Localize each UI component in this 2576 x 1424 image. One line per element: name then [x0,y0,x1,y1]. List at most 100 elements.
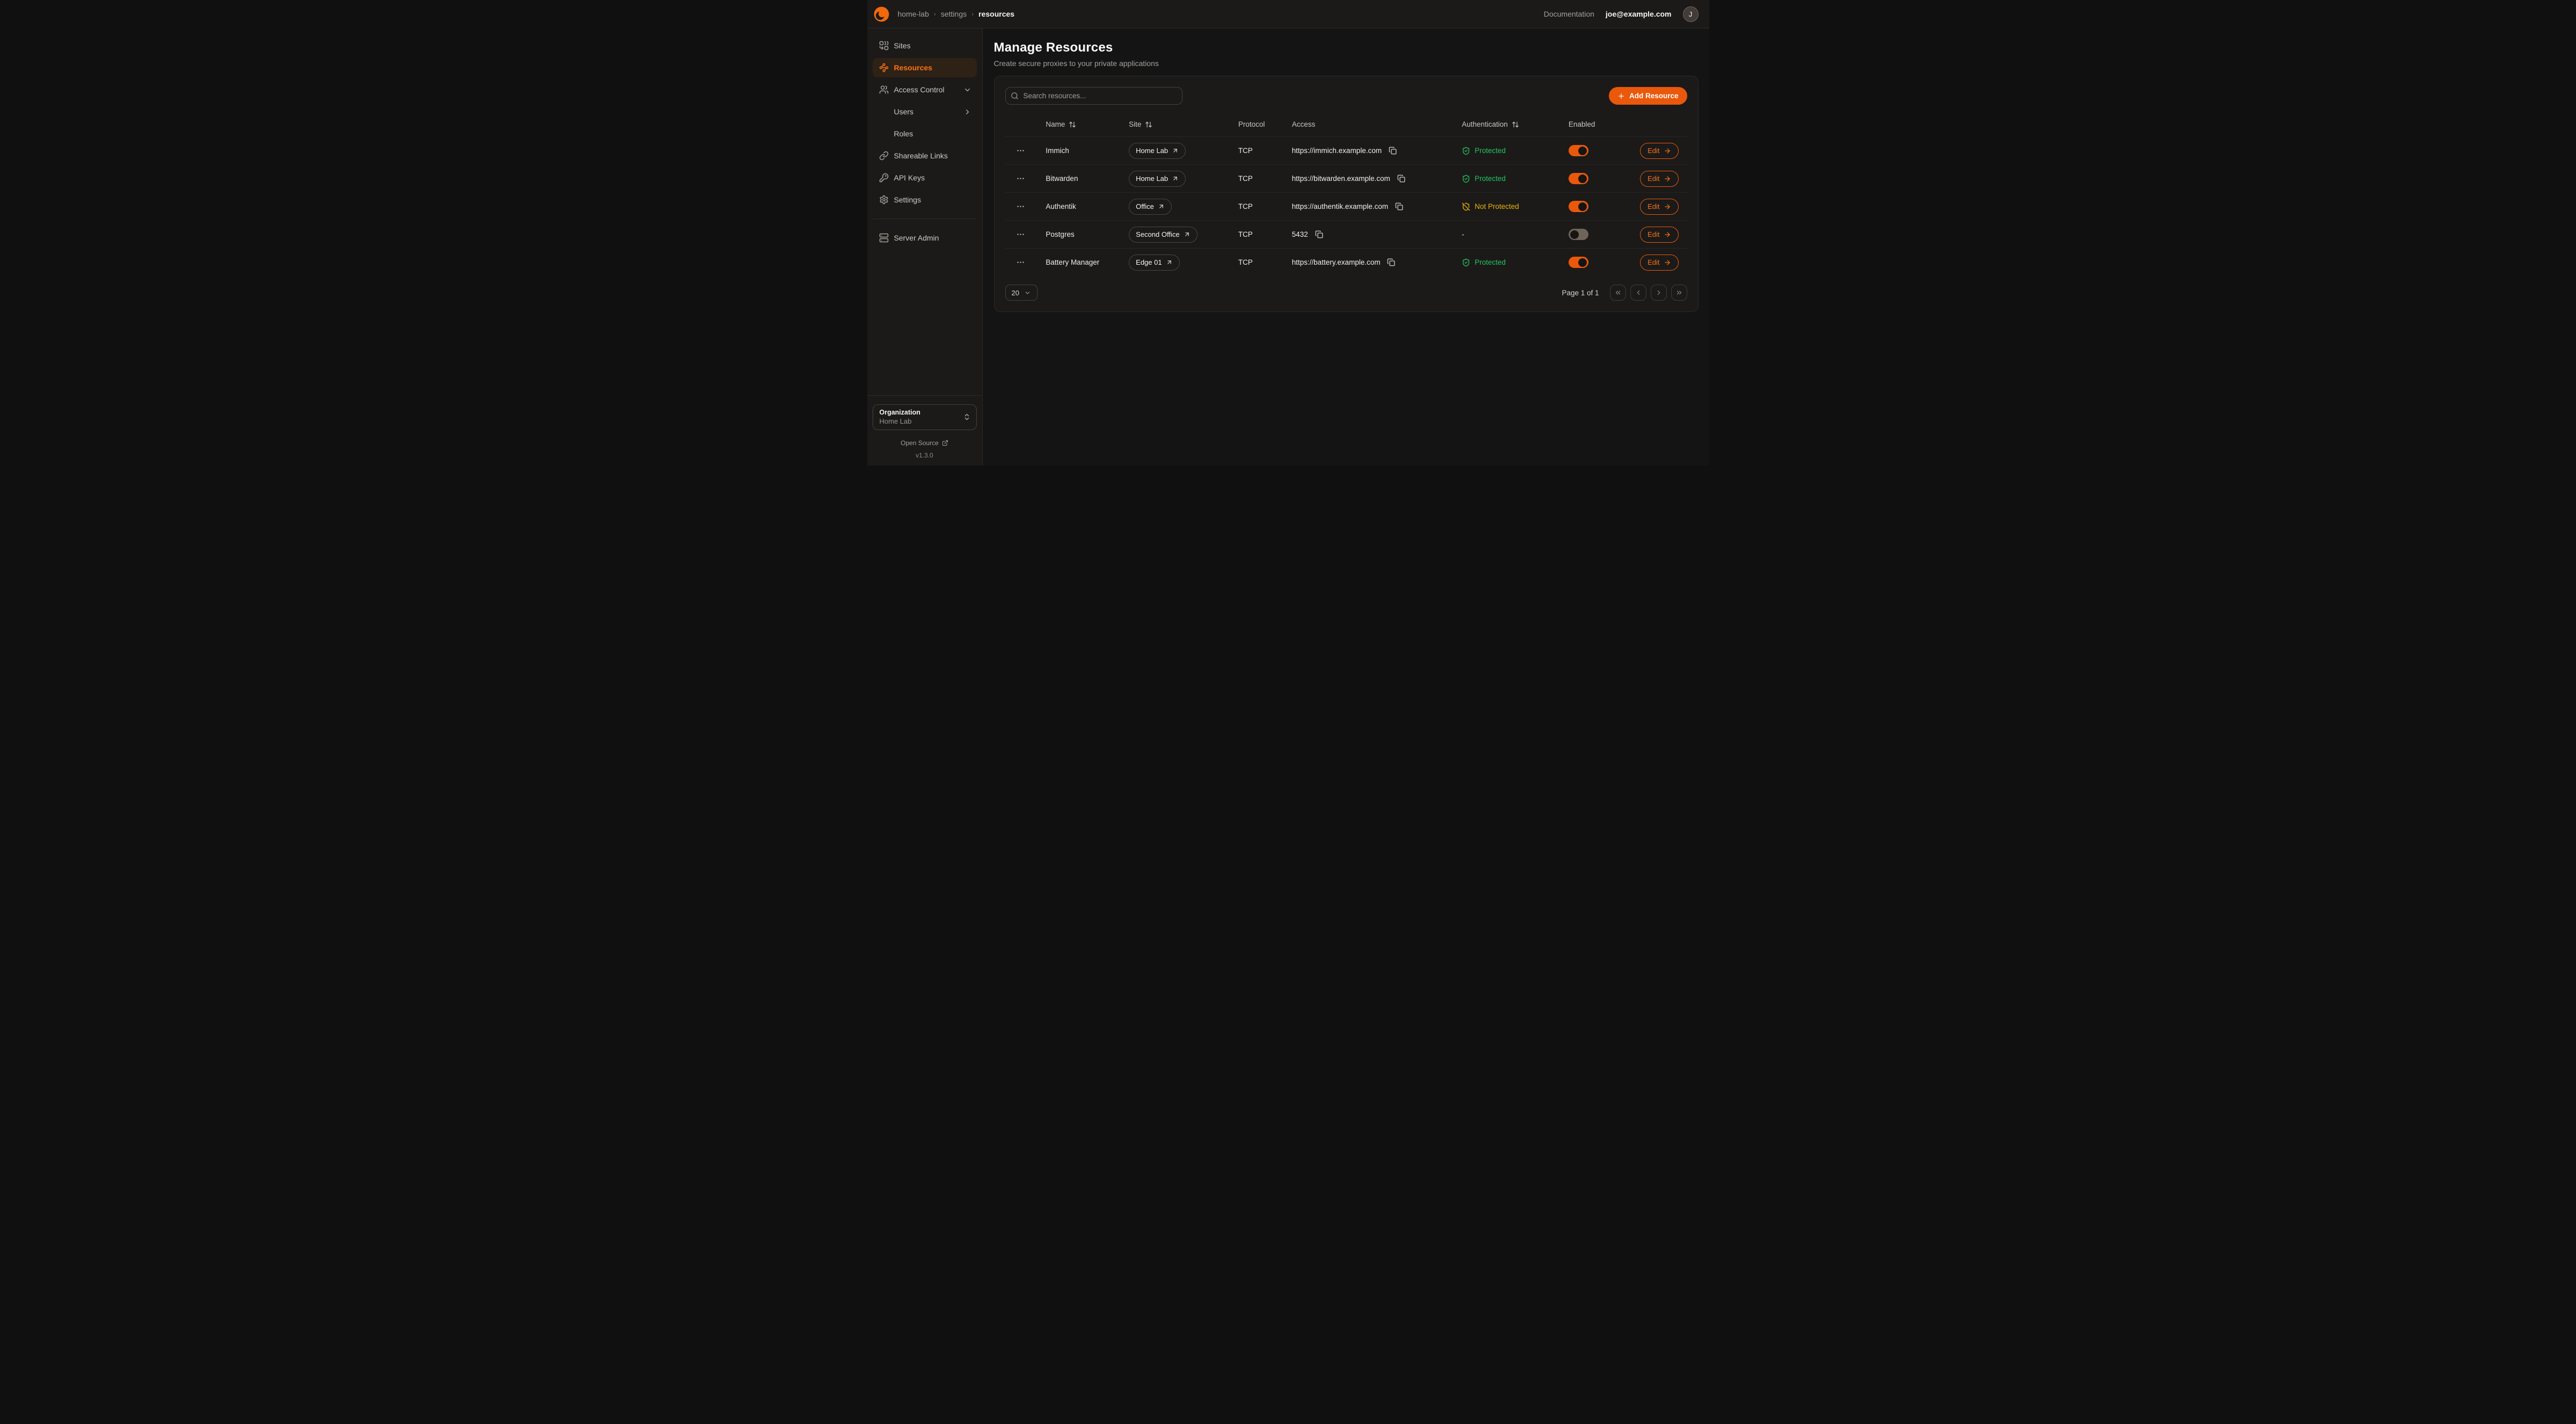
external-link-icon [942,440,948,446]
resources-card: Add Resource Name Site [994,76,1699,312]
enabled-toggle[interactable] [1569,257,1588,268]
organization-selector[interactable]: Organization Home Lab [873,404,977,430]
site-link-button[interactable]: Edge 01 [1129,255,1179,271]
sort-icon [1145,121,1152,128]
copy-icon[interactable] [1388,146,1398,156]
sort-icon [1512,121,1519,128]
sidebar-item-server-admin[interactable]: Server Admin [873,228,977,248]
breadcrumb-org[interactable]: home-lab [898,10,929,18]
site-link-button[interactable]: Second Office [1129,227,1197,243]
sidebar-item-shareable-links[interactable]: Shareable Links [873,146,977,165]
row-actions-button[interactable] [1014,256,1027,269]
arrow-right-icon [1664,231,1671,238]
table-row: BitwardenHome LabTCPhttps://bitwarden.ex… [1005,164,1687,192]
table-body: Immich Home Lab TCP https://immich.example.… [1005,136,1687,276]
row-actions-button[interactable] [1014,144,1027,157]
auth-protected-badge: Protected [1462,147,1506,155]
resource-access-value: https://authentik.example.com [1292,202,1388,210]
sidebar-item-api-keys[interactable]: API Keys [873,168,977,187]
last-page-button[interactable] [1671,285,1687,301]
search-input[interactable] [1005,87,1182,105]
enabled-toggle[interactable] [1569,229,1588,240]
first-page-button[interactable] [1610,285,1626,301]
site-link-button[interactable]: Home Lab [1129,171,1186,187]
sidebar-item-label: Settings [894,195,921,204]
row-actions-button[interactable] [1014,228,1027,241]
add-resource-button[interactable]: Add Resource [1609,87,1687,105]
open-source-link[interactable]: Open Source [873,439,977,447]
shield-off-icon [1462,202,1470,211]
row-actions-button[interactable] [1014,172,1027,185]
column-header-site[interactable]: Site [1120,120,1230,128]
documentation-link[interactable]: Documentation [1544,10,1594,18]
page-size-select[interactable]: 20 [1005,285,1037,301]
copy-icon[interactable] [1314,229,1324,239]
resource-name: Bitwarden [1037,175,1120,183]
arrow-up-right-icon [1172,147,1179,154]
user-email[interactable]: joe@example.com [1606,10,1672,18]
sidebar-item-sites[interactable]: Sites [873,36,977,55]
resource-protocol: TCP [1230,175,1283,183]
chevrons-right-icon [1675,289,1683,296]
avatar[interactable]: J [1683,6,1699,22]
sidebar-item-access-control[interactable]: Access Control [873,80,977,99]
shield-check-icon [1462,258,1470,267]
table-header-row: Name Site Protocol Access [1005,112,1687,136]
arrow-right-icon [1664,175,1671,183]
edit-button[interactable]: Edit [1640,199,1678,215]
column-header-enabled: Enabled [1560,120,1639,128]
resources-icon [879,63,889,72]
enabled-toggle[interactable] [1569,145,1588,156]
site-link-button[interactable]: Home Lab [1129,143,1186,159]
chevrons-left-icon [1614,289,1622,296]
copy-icon[interactable] [1386,257,1396,267]
resource-protocol: TCP [1230,258,1283,266]
breadcrumb: home-lab › settings › resources [898,10,1015,18]
sidebar-item-resources[interactable]: Resources [873,58,977,77]
link-icon [879,151,889,161]
sidebar-item-label: Server Admin [894,234,939,242]
resource-access-value: https://immich.example.com [1292,147,1382,155]
resource-name: Immich [1037,147,1120,155]
sidebar-item-label: Roles [894,129,913,138]
sidebar-item-label: API Keys [894,173,925,182]
table-row: AuthentikOfficeTCPhttps://authentik.exam… [1005,192,1687,220]
resources-table: Name Site Protocol Access [1005,112,1687,276]
page-indicator: Page 1 of 1 [1562,289,1599,297]
sidebar-item-settings[interactable]: Settings [873,190,977,209]
enabled-toggle[interactable] [1569,201,1588,212]
copy-icon[interactable] [1396,173,1406,184]
column-header-authentication[interactable]: Authentication [1453,120,1560,128]
sidebar-item-label: Shareable Links [894,151,948,160]
resource-name: Authentik [1037,202,1120,210]
sidebar-item-users[interactable]: Users [873,102,977,121]
edit-button[interactable]: Edit [1640,227,1678,243]
edit-button[interactable]: Edit [1640,171,1678,187]
resource-protocol: TCP [1230,147,1283,155]
next-page-button[interactable] [1651,285,1667,301]
edit-button[interactable]: Edit [1640,255,1678,271]
resource-name: Battery Manager [1037,258,1120,266]
arrow-up-right-icon [1158,203,1165,210]
chevron-down-icon [963,86,971,94]
pangolin-logo-icon[interactable] [873,5,890,23]
column-header-access: Access [1283,120,1453,128]
plus-icon [1617,92,1625,100]
column-header-name[interactable]: Name [1037,120,1120,128]
site-link-button[interactable]: Office [1129,199,1172,215]
row-actions-button[interactable] [1014,200,1027,213]
edit-button[interactable]: Edit [1640,143,1678,159]
organization-value: Home Lab [880,417,920,425]
sidebar-item-roles[interactable]: Roles [873,124,977,143]
chevron-right-icon [1655,289,1663,296]
breadcrumb-settings[interactable]: settings [941,10,967,18]
arrow-up-right-icon [1184,231,1191,238]
copy-icon[interactable] [1394,201,1404,212]
chevron-right-icon [963,108,971,116]
enabled-toggle[interactable] [1569,173,1588,184]
column-header-protocol: Protocol [1230,120,1283,128]
gear-icon [879,195,889,205]
main-content: Manage Resources Create secure proxies t… [983,28,1709,466]
previous-page-button[interactable] [1630,285,1646,301]
auth-protected-badge: Protected [1462,175,1506,183]
